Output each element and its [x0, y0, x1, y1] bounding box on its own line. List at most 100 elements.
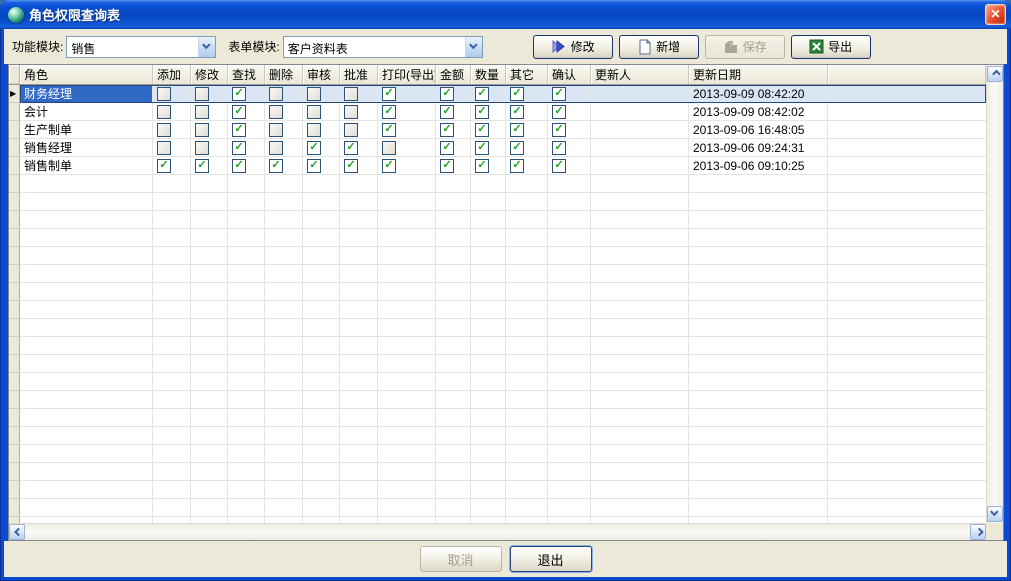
- permission-checkbox[interactable]: ✓: [269, 105, 283, 119]
- column-header-perm[interactable]: 打印(导出): [378, 65, 436, 84]
- permission-cell[interactable]: ✓: [548, 139, 591, 157]
- permission-cell[interactable]: ✓: [303, 121, 340, 139]
- permission-checkbox[interactable]: ✓: [552, 159, 566, 173]
- permission-cell[interactable]: ✓: [471, 85, 506, 103]
- permission-checkbox[interactable]: ✓: [157, 141, 171, 155]
- updated-date-cell[interactable]: 2013-09-06 09:24:31: [689, 139, 828, 157]
- permission-checkbox[interactable]: ✓: [269, 87, 283, 101]
- permission-checkbox[interactable]: ✓: [232, 141, 246, 155]
- updated-by-cell[interactable]: [591, 121, 689, 139]
- permission-checkbox[interactable]: ✓: [344, 123, 358, 137]
- permission-cell[interactable]: ✓: [265, 103, 303, 121]
- permission-checkbox[interactable]: ✓: [269, 123, 283, 137]
- permission-checkbox[interactable]: ✓: [475, 159, 489, 173]
- column-header-role[interactable]: 角色: [20, 65, 153, 84]
- permission-checkbox[interactable]: ✓: [344, 141, 358, 155]
- role-cell[interactable]: 生产制单: [20, 121, 153, 139]
- permission-checkbox[interactable]: ✓: [440, 141, 454, 155]
- permission-checkbox[interactable]: ✓: [195, 141, 209, 155]
- permission-checkbox[interactable]: ✓: [195, 105, 209, 119]
- permission-checkbox[interactable]: ✓: [307, 87, 321, 101]
- permission-cell[interactable]: ✓: [378, 157, 436, 175]
- permission-checkbox[interactable]: ✓: [475, 87, 489, 101]
- updated-date-cell[interactable]: 2013-09-09 08:42:02: [689, 103, 828, 121]
- permission-checkbox[interactable]: ✓: [382, 105, 396, 119]
- permission-checkbox[interactable]: ✓: [344, 87, 358, 101]
- permission-checkbox[interactable]: ✓: [382, 123, 396, 137]
- permission-checkbox[interactable]: ✓: [157, 123, 171, 137]
- permission-checkbox[interactable]: ✓: [344, 159, 358, 173]
- permission-checkbox[interactable]: ✓: [232, 159, 246, 173]
- permission-cell[interactable]: ✓: [340, 103, 378, 121]
- permission-cell[interactable]: ✓: [340, 139, 378, 157]
- scroll-left-icon[interactable]: [9, 524, 25, 540]
- permission-checkbox[interactable]: ✓: [552, 141, 566, 155]
- scroll-up-icon[interactable]: [987, 66, 1003, 82]
- updated-by-cell[interactable]: [591, 157, 689, 175]
- permission-cell[interactable]: ✓: [378, 121, 436, 139]
- permission-checkbox[interactable]: ✓: [510, 141, 524, 155]
- permission-checkbox[interactable]: ✓: [232, 87, 246, 101]
- permission-checkbox[interactable]: ✓: [307, 159, 321, 173]
- permission-checkbox[interactable]: ✓: [382, 141, 396, 155]
- permission-checkbox[interactable]: ✓: [195, 159, 209, 173]
- cancel-button[interactable]: 取消: [420, 546, 502, 572]
- permission-cell[interactable]: ✓: [153, 121, 191, 139]
- column-header-perm[interactable]: 查找: [228, 65, 265, 84]
- permission-checkbox[interactable]: ✓: [510, 105, 524, 119]
- updated-by-cell[interactable]: [591, 85, 689, 103]
- close-button[interactable]: ✕: [985, 4, 1006, 25]
- permission-cell[interactable]: ✓: [436, 157, 471, 175]
- table-row[interactable]: 销售制单✓✓✓✓✓✓✓✓✓✓✓2013-09-06 09:10:25: [9, 157, 986, 175]
- permission-cell[interactable]: ✓: [436, 121, 471, 139]
- permission-cell[interactable]: ✓: [191, 157, 228, 175]
- table-row[interactable]: ▶财务经理✓✓✓✓✓✓✓✓✓✓✓2013-09-09 08:42:20: [9, 85, 986, 103]
- permission-checkbox[interactable]: ✓: [475, 123, 489, 137]
- updated-date-cell[interactable]: 2013-09-09 08:42:20: [689, 85, 828, 103]
- permission-checkbox[interactable]: ✓: [195, 123, 209, 137]
- updated-by-cell[interactable]: [591, 103, 689, 121]
- permission-cell[interactable]: ✓: [228, 85, 265, 103]
- permission-cell[interactable]: ✓: [265, 121, 303, 139]
- export-button[interactable]: 导出: [791, 35, 871, 59]
- permission-checkbox[interactable]: ✓: [440, 105, 454, 119]
- permission-checkbox[interactable]: ✓: [382, 159, 396, 173]
- permission-cell[interactable]: ✓: [265, 139, 303, 157]
- permission-checkbox[interactable]: ✓: [232, 105, 246, 119]
- permission-checkbox[interactable]: ✓: [157, 159, 171, 173]
- permission-cell[interactable]: ✓: [548, 103, 591, 121]
- column-header-perm[interactable]: 数量: [471, 65, 506, 84]
- permission-cell[interactable]: ✓: [228, 103, 265, 121]
- permission-cell[interactable]: ✓: [436, 85, 471, 103]
- vertical-scrollbar[interactable]: [986, 65, 1003, 523]
- permission-checkbox[interactable]: ✓: [307, 105, 321, 119]
- horizontal-scrollbar[interactable]: [9, 523, 986, 540]
- permission-cell[interactable]: ✓: [471, 103, 506, 121]
- permission-cell[interactable]: ✓: [471, 157, 506, 175]
- modify-button[interactable]: 修改: [533, 35, 613, 59]
- permission-cell[interactable]: ✓: [378, 85, 436, 103]
- column-header-perm[interactable]: 金额: [436, 65, 471, 84]
- permission-cell[interactable]: ✓: [303, 85, 340, 103]
- permission-checkbox[interactable]: ✓: [475, 141, 489, 155]
- role-cell[interactable]: 销售经理: [20, 139, 153, 157]
- permission-cell[interactable]: ✓: [191, 103, 228, 121]
- permission-cell[interactable]: ✓: [506, 103, 548, 121]
- permission-checkbox[interactable]: ✓: [157, 105, 171, 119]
- permission-cell[interactable]: ✓: [378, 103, 436, 121]
- permission-checkbox[interactable]: ✓: [344, 105, 358, 119]
- permission-cell[interactable]: ✓: [153, 85, 191, 103]
- permission-cell[interactable]: ✓: [506, 157, 548, 175]
- permission-cell[interactable]: ✓: [506, 139, 548, 157]
- save-button[interactable]: 保存: [705, 35, 785, 59]
- permission-checkbox[interactable]: ✓: [440, 159, 454, 173]
- permission-cell[interactable]: ✓: [506, 121, 548, 139]
- permission-cell[interactable]: ✓: [265, 85, 303, 103]
- permission-cell[interactable]: ✓: [340, 157, 378, 175]
- permission-cell[interactable]: ✓: [378, 139, 436, 157]
- permission-cell[interactable]: ✓: [191, 85, 228, 103]
- permission-cell[interactable]: ✓: [506, 85, 548, 103]
- chevron-down-icon[interactable]: [198, 37, 215, 57]
- role-cell[interactable]: 财务经理: [20, 85, 153, 103]
- permission-cell[interactable]: ✓: [303, 103, 340, 121]
